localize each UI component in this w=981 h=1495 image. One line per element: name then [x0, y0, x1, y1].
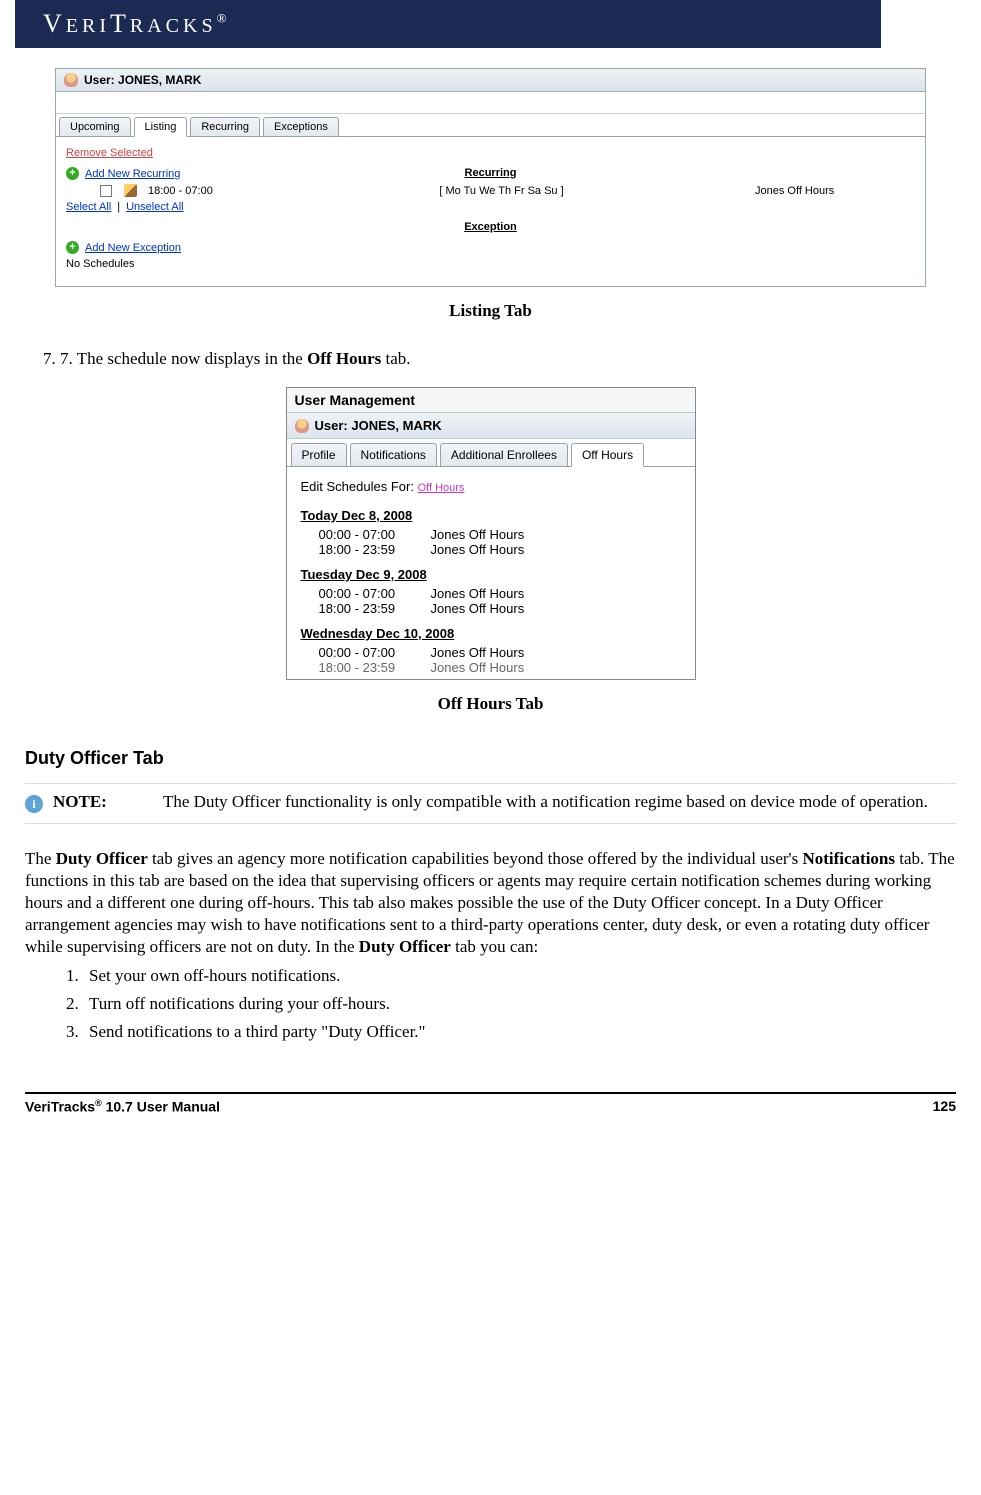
footer-page: 125 — [933, 1098, 956, 1115]
prose-bold: Duty Officer — [56, 849, 148, 868]
name-cell: Jones Off Hours — [431, 601, 525, 616]
time-row: 18:00 - 23:59Jones Off Hours — [301, 660, 681, 675]
off-hours-body: Edit Schedules For: Off Hours Today Dec … — [287, 467, 695, 679]
edit-icon[interactable] — [124, 184, 137, 197]
time-row: 00:00 - 07:00Jones Off Hours — [301, 645, 681, 660]
time-row: 00:00 - 07:00Jones Off Hours — [301, 586, 681, 601]
time-cell: 00:00 - 07:00 — [301, 586, 431, 601]
prose-text: tab gives an agency more notification ca… — [148, 849, 803, 868]
brand-text: VERITRACKS® — [43, 9, 230, 39]
unselect-all-link[interactable]: Unselect All — [126, 201, 183, 213]
name-cell: Jones Off Hours — [431, 527, 525, 542]
user-row: User: JONES, MARK — [56, 69, 925, 92]
time-cell: 18:00 - 23:59 — [301, 542, 431, 557]
name-cell: Jones Off Hours — [431, 645, 525, 660]
date-header: Tuesday Dec 9, 2008 — [301, 567, 681, 582]
duty-paragraph: The Duty Officer tab gives an agency mor… — [25, 848, 956, 958]
row-checkbox[interactable] — [100, 185, 112, 197]
select-all-link[interactable]: Select All — [66, 201, 111, 213]
prose-text: The — [25, 849, 56, 868]
off-hours-screenshot: User Management User: JONES, MARK Profil… — [286, 387, 696, 680]
off-hours-tabs: Profile Notifications Additional Enrolle… — [287, 439, 695, 467]
note-text: The Duty Officer functionality is only c… — [163, 792, 956, 812]
date-header: Today Dec 8, 2008 — [301, 508, 681, 523]
tab-upcoming[interactable]: Upcoming — [59, 117, 131, 136]
tab-exceptions[interactable]: Exceptions — [263, 117, 339, 136]
name-cell: Jones Off Hours — [431, 660, 525, 675]
off-hours-link[interactable]: Off Hours — [418, 482, 465, 494]
step7-suffix: tab. — [381, 349, 410, 368]
no-schedules-text: No Schedules — [66, 258, 915, 270]
user-row-2: User: JONES, MARK — [287, 413, 695, 439]
listing-screenshot: User: JONES, MARK Upcoming Listing Recur… — [55, 68, 926, 287]
prose-bold: Notifications — [802, 849, 895, 868]
caption-listing-tab: Listing Tab — [25, 301, 956, 321]
footer-title: 10.7 User Manual — [102, 1099, 220, 1115]
step7-text: 7. The schedule now displays in the — [60, 349, 307, 368]
note-block: i NOTE: The Duty Officer functionality i… — [25, 783, 956, 824]
time-row: 18:00 - 23:59Jones Off Hours — [301, 542, 681, 557]
panel-title: User Management — [287, 388, 695, 413]
plus-icon[interactable]: + — [66, 167, 79, 180]
duty-list: Set your own off-hours notifications. Tu… — [83, 966, 956, 1042]
duty-item-2: Turn off notifications during your off-h… — [83, 994, 956, 1014]
add-new-recurring-link[interactable]: Add New Recurring — [85, 168, 180, 180]
listing-body: Remove Selected + Add New Recurring Recu… — [56, 137, 925, 286]
time-cell: 00:00 - 07:00 — [301, 645, 431, 660]
edit-schedules-label: Edit Schedules For: — [301, 479, 418, 494]
remove-selected-link[interactable]: Remove Selected — [66, 147, 153, 159]
time-row: 18:00 - 23:59Jones Off Hours — [301, 601, 681, 616]
recurring-header: Recurring — [349, 167, 632, 179]
row-days: [ Mo Tu We Th Fr Sa Su ] — [402, 185, 602, 197]
prose-text: tab you can: — [451, 937, 538, 956]
duty-item-1: Set your own off-hours notifications. — [83, 966, 956, 986]
footer-brand: VeriTracks — [25, 1099, 95, 1115]
date-header: Wednesday Dec 10, 2008 — [301, 626, 681, 641]
listing-tabs: Upcoming Listing Recurring Exceptions — [56, 114, 925, 137]
blank-band — [56, 92, 925, 114]
duty-item-3: Send notifications to a third party "Dut… — [83, 1022, 956, 1042]
step7-bold: Off Hours — [307, 349, 381, 368]
note-label: NOTE: — [53, 792, 153, 812]
brand-header: VERITRACKS® — [0, 0, 981, 48]
prose-bold: Duty Officer — [359, 937, 451, 956]
duty-officer-heading: Duty Officer Tab — [25, 748, 956, 769]
time-cell: 18:00 - 23:59 — [301, 601, 431, 616]
pipe: | — [117, 201, 120, 213]
edit-schedules-line: Edit Schedules For: Off Hours — [301, 479, 681, 494]
row-time: 18:00 - 07:00 — [148, 185, 248, 197]
footer-reg: ® — [95, 1098, 102, 1108]
tab-profile[interactable]: Profile — [291, 443, 347, 466]
time-row: 00:00 - 07:00Jones Off Hours — [301, 527, 681, 542]
plus-icon[interactable]: + — [66, 241, 79, 254]
user-label-2: User: JONES, MARK — [315, 418, 442, 433]
user-label: User: JONES, MARK — [84, 73, 201, 87]
footer-left: VeriTracks® 10.7 User Manual — [25, 1098, 220, 1115]
row-name: Jones Off Hours — [755, 185, 915, 197]
schedule-row: 18:00 - 07:00 [ Mo Tu We Th Fr Sa Su ] J… — [66, 184, 915, 197]
name-cell: Jones Off Hours — [431, 586, 525, 601]
tab-off-hours[interactable]: Off Hours — [571, 443, 644, 467]
tab-additional-enrollees[interactable]: Additional Enrollees — [440, 443, 568, 466]
note-icon: i — [25, 795, 43, 813]
time-cell: 00:00 - 07:00 — [301, 527, 431, 542]
user-icon — [295, 419, 309, 433]
step-7: 7. The schedule now displays in the Off … — [60, 349, 956, 369]
tab-notifications[interactable]: Notifications — [350, 443, 437, 466]
step-list: 7. The schedule now displays in the Off … — [60, 349, 956, 369]
tab-listing[interactable]: Listing — [134, 117, 188, 137]
name-cell: Jones Off Hours — [431, 542, 525, 557]
tab-recurring[interactable]: Recurring — [190, 117, 260, 136]
user-icon — [64, 73, 78, 87]
exception-header: Exception — [349, 221, 632, 233]
caption-off-hours-tab: Off Hours Tab — [25, 694, 956, 714]
time-cell: 18:00 - 23:59 — [301, 660, 431, 675]
add-new-exception-link[interactable]: Add New Exception — [85, 242, 181, 254]
page-footer: VeriTracks® 10.7 User Manual 125 — [25, 1092, 956, 1115]
